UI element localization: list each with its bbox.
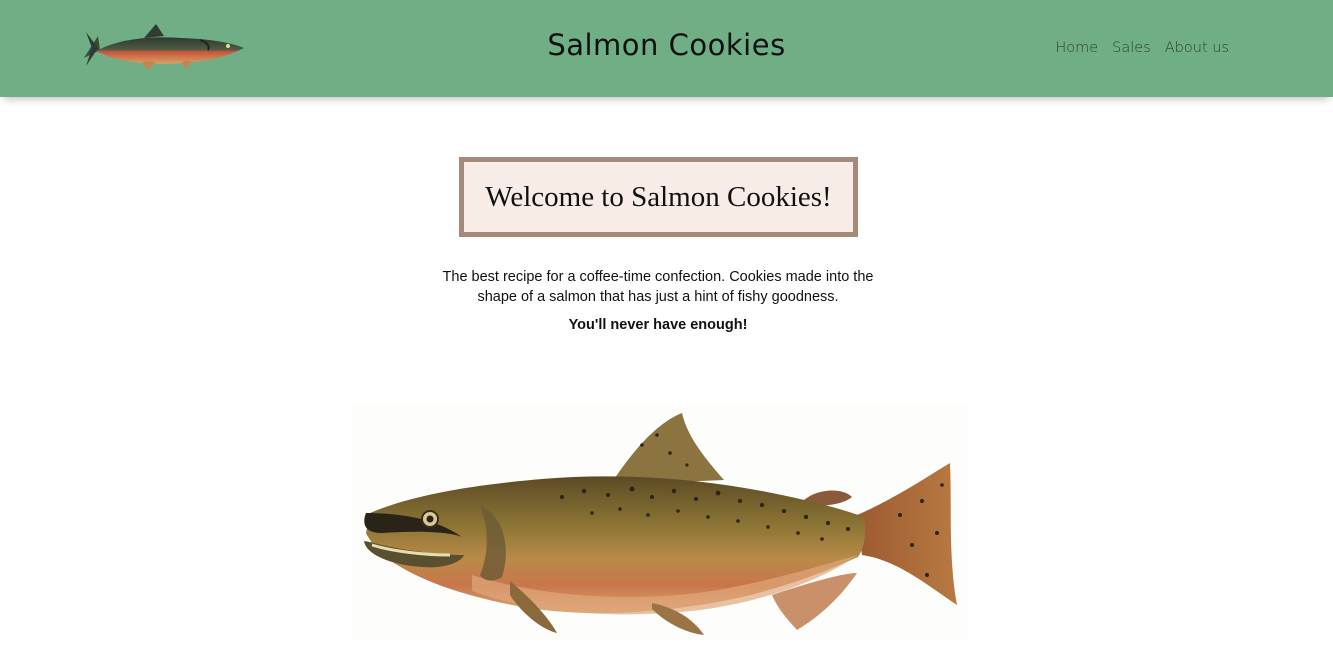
tagline: You'll never have enough! bbox=[568, 317, 748, 333]
welcome-banner: Welcome to Salmon Cookies! bbox=[459, 157, 858, 237]
intro-text: The best recipe for a coffee-time confec… bbox=[442, 269, 874, 305]
site-header: Salmon Cookies Home Sales About us bbox=[0, 0, 1333, 97]
nav-link-about-us[interactable]: About us bbox=[1165, 40, 1229, 56]
welcome-heading: Welcome to Salmon Cookies! bbox=[485, 180, 832, 213]
main-nav: Home Sales About us bbox=[1055, 40, 1229, 56]
nav-link-home[interactable]: Home bbox=[1055, 40, 1098, 56]
salmon-illustration bbox=[352, 405, 968, 640]
nav-link-sales[interactable]: Sales bbox=[1112, 40, 1151, 56]
